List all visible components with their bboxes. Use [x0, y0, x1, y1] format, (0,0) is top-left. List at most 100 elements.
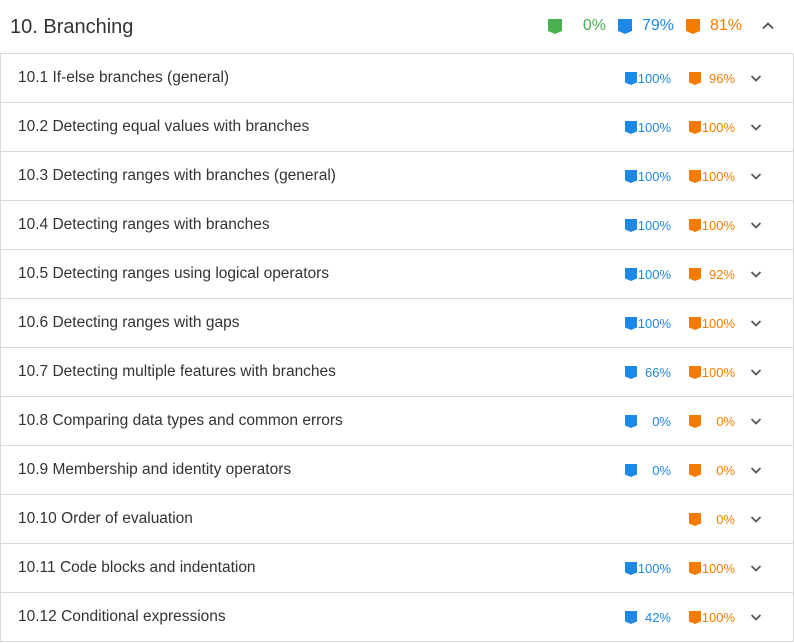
chevron-down-icon[interactable] [747, 265, 765, 283]
subsection-title: 10.7 Detecting multiple features with br… [18, 363, 336, 380]
blue-book-icon [625, 267, 637, 281]
blue-book-icon [625, 463, 637, 477]
activity-pct: 100% [701, 364, 735, 380]
orange-book-icon [686, 18, 700, 34]
activity-metric: 100% [689, 561, 735, 576]
participation-metric: 100% [625, 218, 671, 233]
chevron-down-icon[interactable] [747, 216, 765, 234]
chevron-down-icon[interactable] [747, 559, 765, 577]
challenge-pct: 0% [582, 17, 606, 34]
chevron-down-icon[interactable] [747, 461, 765, 479]
participation-metric: 100% [625, 267, 671, 282]
chevron-down-icon[interactable] [747, 510, 765, 528]
activity-pct: 81% [709, 17, 742, 34]
orange-book-icon [689, 71, 701, 85]
orange-book-icon [689, 365, 701, 379]
participation-pct: 100% [637, 315, 671, 331]
blue-book-icon [625, 610, 637, 624]
subsection-row[interactable]: 10.8 Comparing data types and common err… [0, 397, 794, 446]
participation-pct: 66% [644, 364, 671, 380]
participation-metric: 79% [618, 17, 674, 35]
activity-pct: 96% [708, 70, 735, 86]
chevron-down-icon[interactable] [747, 608, 765, 626]
activity-pct: 100% [701, 609, 735, 625]
orange-book-icon [689, 169, 701, 183]
blue-book-icon [625, 71, 637, 85]
participation-pct: 100% [637, 70, 671, 86]
activity-pct: 100% [701, 217, 735, 233]
activity-metric: 0% [689, 512, 735, 527]
chevron-down-icon[interactable] [747, 167, 765, 185]
subsection-row[interactable]: 10.3 Detecting ranges with branches (gen… [0, 152, 794, 201]
participation-pct: 0% [652, 462, 671, 478]
participation-metric: 66% [625, 365, 671, 380]
participation-metric: 42% [625, 610, 671, 625]
subsection-title: 10.4 Detecting ranges with branches [18, 216, 270, 233]
chevron-down-icon[interactable] [747, 314, 765, 332]
subsection-title: 10.12 Conditional expressions [18, 608, 226, 625]
subsection-title: 10.9 Membership and identity operators [18, 461, 292, 478]
orange-book-icon [689, 512, 701, 526]
activity-metric: 100% [689, 610, 735, 625]
activity-pct: 100% [701, 119, 735, 135]
subsection-title: 10.6 Detecting ranges with gaps [18, 314, 240, 331]
subsection-metrics: 0% [625, 509, 765, 529]
participation-metric: 100% [625, 169, 671, 184]
subsection-row[interactable]: 10.4 Detecting ranges with branches 100% 1… [0, 201, 794, 250]
activity-pct: 0% [716, 413, 735, 429]
subsection-title: 10.2 Detecting equal values with branche… [18, 118, 310, 135]
activity-pct: 100% [701, 315, 735, 331]
participation-metric: 0% [625, 414, 671, 429]
chevron-down-icon[interactable] [747, 118, 765, 136]
chevron-down-icon[interactable] [747, 69, 765, 87]
activity-pct: 0% [716, 511, 735, 527]
subsection-row[interactable]: 10.10 Order of evaluation 0% [0, 495, 794, 544]
chevron-up-icon[interactable] [758, 16, 778, 36]
orange-book-icon [689, 414, 701, 428]
subsection-metrics: 100% 100% [625, 313, 765, 333]
activity-metric: 100% [689, 120, 735, 135]
subsection-title: 10.11 Code blocks and indentation [18, 559, 256, 576]
participation-pct: 100% [637, 217, 671, 233]
subsection-metrics: 42% 100% [625, 607, 765, 627]
subsection-row[interactable]: 10.7 Detecting multiple features with br… [0, 348, 794, 397]
chevron-down-icon[interactable] [747, 412, 765, 430]
subsection-row[interactable]: 10.1 If-else branches (general) 100% 96% [0, 54, 794, 103]
subsection-row[interactable]: 10.2 Detecting equal values with branche… [0, 103, 794, 152]
subsection-row[interactable]: 10.5 Detecting ranges using logical oper… [0, 250, 794, 299]
subsection-title: 10.5 Detecting ranges using logical oper… [18, 265, 330, 282]
orange-book-icon [689, 120, 701, 134]
activity-pct: 0% [716, 462, 735, 478]
subsection-metrics: 100% 100% [625, 166, 765, 186]
subsection-row[interactable]: 10.9 Membership and identity operators 0%… [0, 446, 794, 495]
subsection-row[interactable]: 10.12 Conditional expressions 42% 100% [0, 593, 794, 642]
subsection-metrics: 0% 0% [625, 411, 765, 431]
activity-metric: 96% [689, 71, 735, 86]
activity-metric: 81% [686, 17, 742, 35]
subsection-title: 10.3 Detecting ranges with branches (gen… [18, 167, 336, 184]
participation-metric: 100% [625, 71, 671, 86]
orange-book-icon [689, 610, 701, 624]
subsection-row[interactable]: 10.6 Detecting ranges with gaps 100% 100% [0, 299, 794, 348]
orange-book-icon [689, 463, 701, 477]
participation-pct: 79% [641, 17, 674, 34]
blue-book-icon [625, 169, 637, 183]
participation-pct: 100% [637, 168, 671, 184]
subsection-row[interactable]: 10.11 Code blocks and indentation 100% 100… [0, 544, 794, 593]
participation-metric: 100% [625, 561, 671, 576]
subsection-metrics: 100% 100% [625, 117, 765, 137]
activity-metric: 100% [689, 316, 735, 331]
chapter-header[interactable]: 10. Branching 0% 79% 81% [0, 0, 794, 54]
blue-book-icon [625, 561, 637, 575]
orange-book-icon [689, 267, 701, 281]
chevron-down-icon[interactable] [747, 363, 765, 381]
blue-book-icon [625, 365, 637, 379]
subsection-title: 10.1 If-else branches (general) [18, 69, 230, 86]
subsection-list: 10.1 If-else branches (general) 100% 96% 10… [0, 54, 794, 642]
participation-pct: 0% [652, 413, 671, 429]
participation-pct: 100% [637, 560, 671, 576]
subsection-metrics: 100% 100% [625, 215, 765, 235]
chapter-panel: 10. Branching 0% 79% 81% 10.1 If-else br… [0, 0, 794, 643]
activity-metric: 100% [689, 169, 735, 184]
blue-book-icon [625, 414, 637, 428]
